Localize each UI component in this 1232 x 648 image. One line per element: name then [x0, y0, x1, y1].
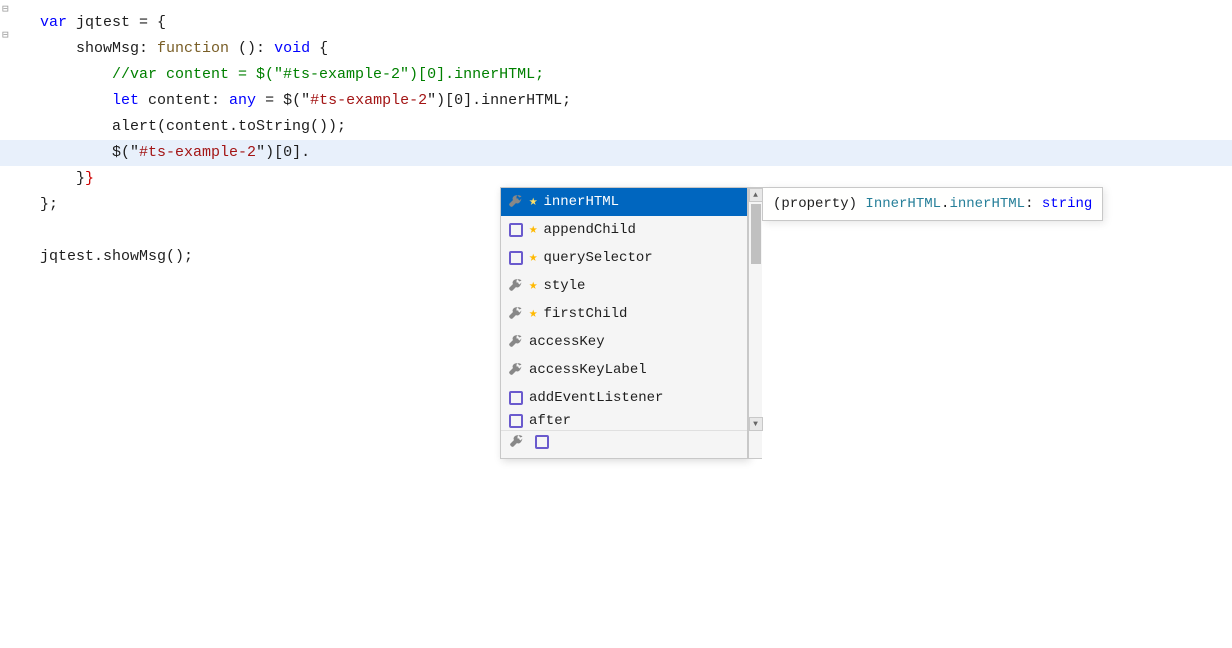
- autocomplete-item-label: accessKeyLabel: [529, 358, 647, 382]
- autocomplete-item-querySelector[interactable]: ★ querySelector: [501, 244, 747, 272]
- token: void: [274, 36, 310, 62]
- token: $(": [40, 140, 139, 166]
- autocomplete-item-label: appendChild: [543, 218, 635, 242]
- autocomplete-item-addEventListener[interactable]: addEventListener: [501, 384, 747, 412]
- token: function: [157, 36, 229, 62]
- token: {: [310, 36, 328, 62]
- cube-icon: [507, 412, 525, 430]
- autocomplete-item-label: after: [529, 412, 571, 430]
- code-line-2: ⊟ showMsg: function (): void {: [0, 36, 1232, 62]
- autocomplete-item-label: addEventListener: [529, 386, 663, 410]
- wrench-icon: [507, 361, 525, 379]
- info-colon: :: [1025, 196, 1042, 212]
- token: [40, 218, 49, 244]
- wrench-icon: [507, 193, 525, 211]
- cube-icon: [507, 249, 525, 267]
- autocomplete-item-appendChild[interactable]: ★ appendChild: [501, 216, 747, 244]
- autocomplete-item-label: style: [543, 274, 585, 298]
- token: showMsg:: [40, 36, 157, 62]
- autocomplete-item-after[interactable]: after: [501, 412, 747, 430]
- token: var: [40, 10, 76, 36]
- info-box: (property) InnerHTML.innerHTML: string: [762, 187, 1103, 221]
- token: content:: [139, 88, 229, 114]
- star-icon: ★: [529, 246, 537, 270]
- autocomplete-scrollbar[interactable]: ▲ ▼: [748, 187, 762, 459]
- footer-wrench-icon: [509, 434, 525, 455]
- token: ():: [229, 36, 274, 62]
- cube-icon: [507, 389, 525, 407]
- code-line-6: $("#ts-example-2")[0].: [0, 140, 1232, 166]
- autocomplete-item-firstChild[interactable]: ★ firstChild: [501, 300, 747, 328]
- wrench-icon: [507, 305, 525, 323]
- scrollbar-down-button[interactable]: ▼: [749, 417, 763, 431]
- token: #ts-example-2: [310, 88, 427, 114]
- token: = $(": [256, 88, 310, 114]
- code-line-1: ⊟ var jqtest = {: [0, 10, 1232, 36]
- autocomplete-item-innerHTML[interactable]: ★ innerHTML: [501, 188, 747, 216]
- code-line-4: let content: any = $("#ts-example-2")[0]…: [0, 88, 1232, 114]
- info-prefix: (property): [773, 196, 865, 212]
- cube-icon: [507, 221, 525, 239]
- star-icon: ★: [529, 274, 537, 298]
- star-icon: ★: [529, 190, 537, 214]
- autocomplete-item-label: innerHTML: [543, 190, 619, 214]
- autocomplete-item-label: accessKey: [529, 330, 605, 354]
- code-line-5: alert(content.toString());: [0, 114, 1232, 140]
- wrench-icon: [507, 277, 525, 295]
- footer-cube-icon: [535, 435, 549, 454]
- autocomplete-container: ★ innerHTML ★ appendChild ★: [500, 187, 762, 459]
- autocomplete-item-label: querySelector: [543, 246, 652, 270]
- token: let: [112, 88, 139, 114]
- editor-area: ⊟ var jqtest = { ⊟ showMsg: function ():…: [0, 0, 1232, 648]
- token: //var content = $("#ts-example-2")[0].in…: [40, 62, 544, 88]
- token: #ts-example-2: [139, 140, 256, 166]
- token: ")[0].innerHTML;: [427, 88, 571, 114]
- scrollbar-thumb[interactable]: [751, 204, 761, 264]
- star-icon: ★: [529, 218, 537, 242]
- token: [40, 88, 112, 114]
- info-property: innerHTML: [949, 196, 1025, 212]
- token: jqtest.showMsg();: [40, 244, 193, 270]
- collapse-icon-1[interactable]: ⊟: [2, 0, 9, 23]
- info-type-name: InnerHTML: [865, 196, 941, 212]
- star-icon: ★: [529, 302, 537, 326]
- autocomplete-item-accessKey[interactable]: accessKey: [501, 328, 747, 356]
- autocomplete-footer: [501, 430, 747, 458]
- token: ")[0].: [256, 140, 310, 166]
- scrollbar-up-button[interactable]: ▲: [749, 188, 763, 202]
- collapse-icon-2[interactable]: ⊟: [2, 23, 9, 49]
- code-line-3: //var content = $("#ts-example-2")[0].in…: [0, 62, 1232, 88]
- autocomplete-list[interactable]: ★ innerHTML ★ appendChild ★: [500, 187, 748, 459]
- autocomplete-item-label: firstChild: [543, 302, 627, 326]
- wrench-icon: [507, 333, 525, 351]
- token: alert(content.toString());: [40, 114, 346, 140]
- token: };: [40, 192, 58, 218]
- token: jqtest = {: [76, 10, 166, 36]
- token: }}: [40, 166, 94, 192]
- autocomplete-item-accessKeyLabel[interactable]: accessKeyLabel: [501, 356, 747, 384]
- autocomplete-item-style[interactable]: ★ style: [501, 272, 747, 300]
- token: any: [229, 88, 256, 114]
- info-value-type: string: [1042, 196, 1092, 212]
